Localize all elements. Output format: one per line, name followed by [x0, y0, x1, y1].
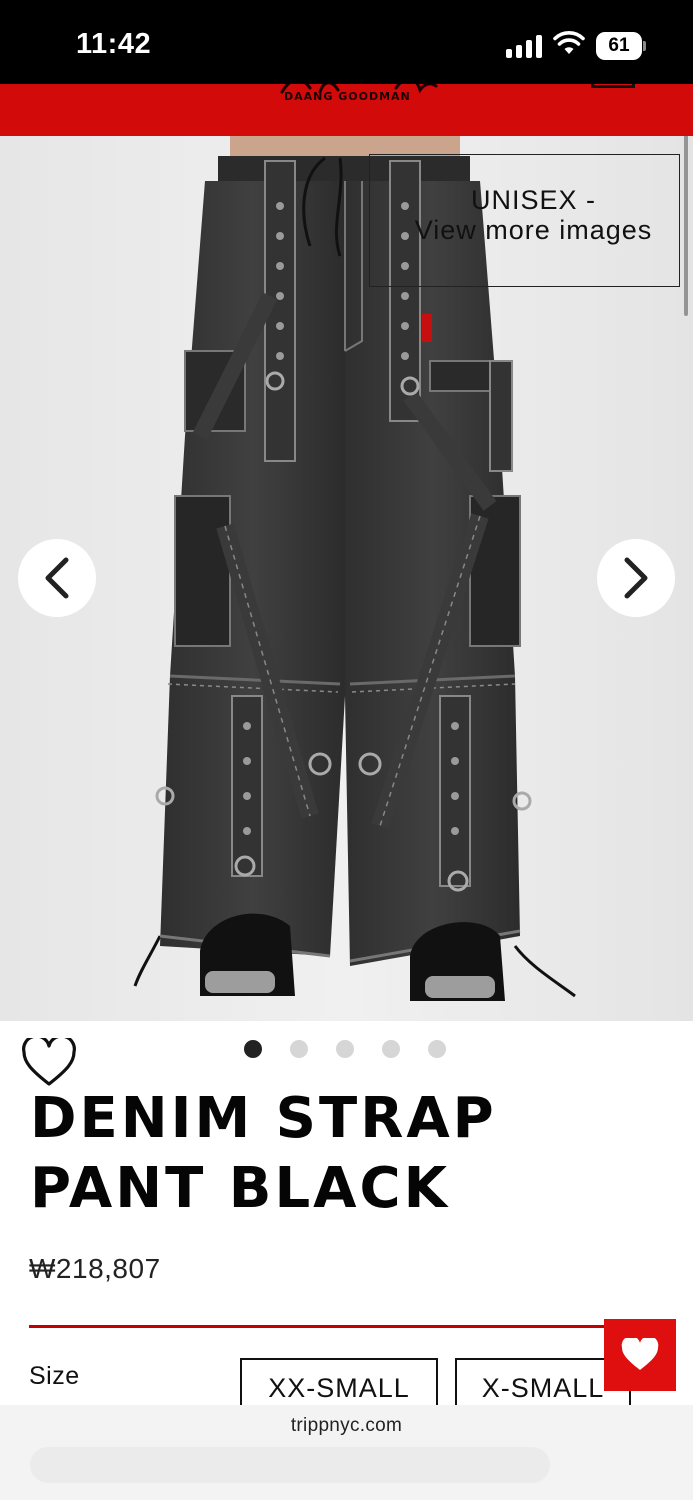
product-price: ₩218,807 — [29, 1253, 161, 1284]
browser-url-bar[interactable]: trippnyc.com — [0, 1405, 693, 1500]
gallery-prev-button[interactable] — [18, 539, 96, 617]
logo-subtitle[interactable]: DAANG GOODMAN — [284, 90, 411, 103]
scrollbar[interactable] — [684, 136, 688, 316]
url-text[interactable]: trippnyc.com — [0, 1415, 693, 1437]
heart-icon — [621, 1338, 659, 1370]
chevron-left-icon — [45, 557, 69, 599]
pagination-dot[interactable] — [290, 1040, 308, 1058]
toolbar-blur — [30, 1447, 550, 1483]
view-more-images-link[interactable]: UNISEX - View more images — [369, 154, 680, 287]
status-time: 11:42 — [76, 28, 152, 60]
pagination-dot[interactable] — [382, 1040, 400, 1058]
size-label: Size — [29, 1362, 80, 1390]
divider — [29, 1325, 649, 1328]
pagination-dot[interactable] — [336, 1040, 354, 1058]
gallery-pagination — [244, 1040, 446, 1058]
cart-icon[interactable] — [591, 84, 635, 88]
battery-icon: 61 — [596, 32, 646, 60]
status-bar: 11:42 61 — [0, 0, 693, 84]
product-title: DENIM STRAP PANT BLACK — [30, 1086, 497, 1221]
signal-icon — [506, 34, 544, 58]
heart-outline-icon[interactable] — [21, 1038, 77, 1088]
wifi-icon — [553, 31, 585, 54]
battery-level: 61 — [596, 32, 642, 60]
chevron-right-icon — [624, 557, 648, 599]
product-gallery[interactable]: UNISEX - View more images — [0, 136, 693, 1021]
gallery-next-button[interactable] — [597, 539, 675, 617]
site-header: DAANG GOODMAN — [0, 84, 693, 136]
pagination-dot[interactable] — [244, 1040, 262, 1058]
pagination-dot[interactable] — [428, 1040, 446, 1058]
favorites-button[interactable] — [604, 1319, 676, 1391]
